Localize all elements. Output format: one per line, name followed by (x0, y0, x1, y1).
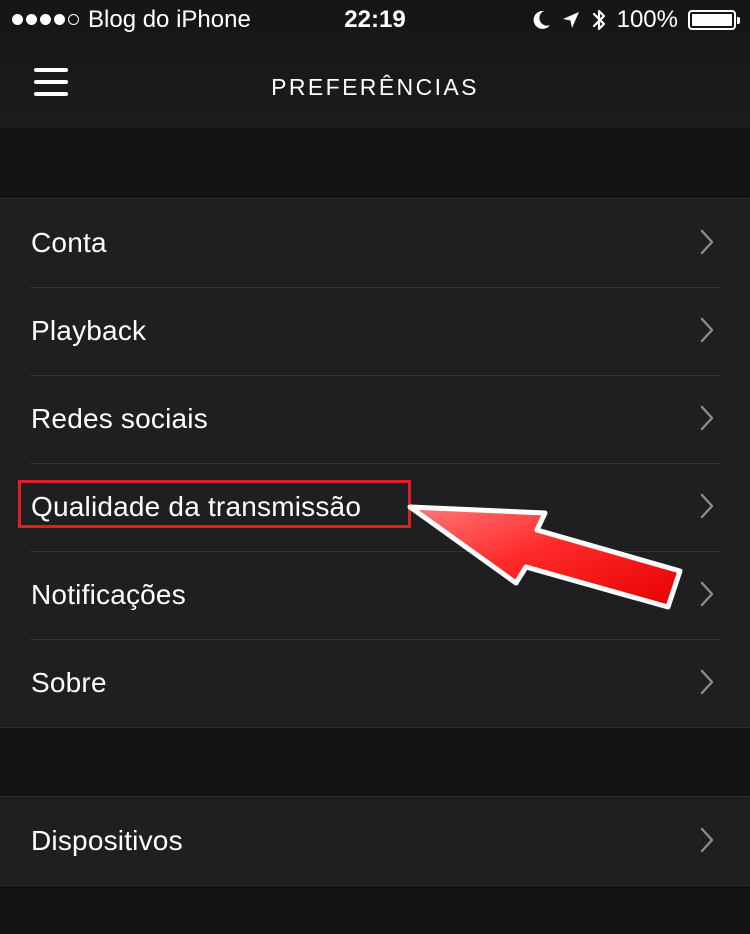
battery-nub (737, 17, 740, 24)
settings-row-label: Redes sociais (31, 403, 208, 434)
settings-row-redes-sociais[interactable]: Redes sociais (0, 375, 750, 463)
settings-group-devices: Dispositivos (0, 796, 750, 886)
navigation-bar: PREFERÊNCIAS (0, 40, 750, 128)
settings-row-notificacoes[interactable]: Notificações (0, 551, 750, 639)
chevron-right-icon (700, 493, 714, 519)
settings-row-label: Qualidade da transmissão (31, 491, 362, 522)
page-title: PREFERÊNCIAS (271, 74, 479, 100)
location-arrow-icon (562, 12, 579, 28)
settings-row-conta[interactable]: Conta (0, 199, 750, 287)
settings-row-label: Conta (31, 227, 107, 258)
status-icons: 100% (531, 5, 740, 35)
chevron-right-icon (700, 229, 714, 255)
battery-icon (688, 10, 740, 30)
settings-row-playback[interactable]: Playback (0, 287, 750, 375)
settings-row-label: Sobre (31, 667, 107, 698)
settings-row-dispositivos[interactable]: Dispositivos (0, 797, 750, 885)
settings-row-label: Playback (31, 315, 147, 346)
chevron-right-icon (700, 405, 714, 431)
settings-row-label: Dispositivos (31, 825, 183, 856)
battery-level (692, 14, 732, 26)
chevron-right-icon (700, 581, 714, 607)
settings-row-sobre[interactable]: Sobre (0, 639, 750, 727)
chevron-right-icon (700, 669, 714, 695)
chevron-right-icon (700, 827, 714, 853)
settings-group-main: Conta Playback Redes sociais Qualidade d… (0, 198, 750, 728)
settings-row-qualidade-transmissao[interactable]: Qualidade da transmissão (0, 463, 750, 551)
settings-row-label: Notificações (31, 579, 186, 610)
bluetooth-icon (592, 9, 605, 31)
battery-percentage: 100% (616, 6, 678, 33)
status-bar: Blog do iPhone 22:19 100% (0, 0, 750, 40)
chevron-right-icon (700, 317, 714, 343)
preferences-screen: Blog do iPhone 22:19 100% PREFERÊNCIAS C… (0, 0, 750, 934)
moon-icon (533, 10, 550, 29)
